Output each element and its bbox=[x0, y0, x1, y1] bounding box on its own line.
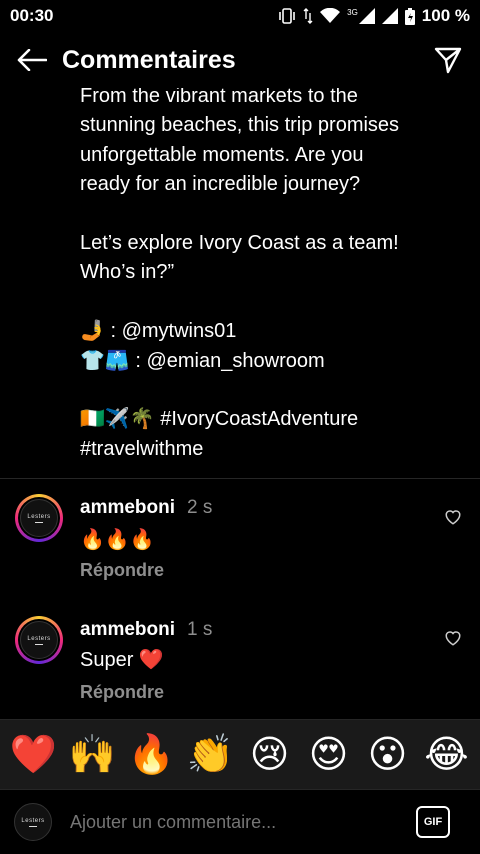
send-icon bbox=[434, 47, 462, 74]
status-time: 00:30 bbox=[10, 6, 54, 25]
reply-button[interactable]: Répondre bbox=[80, 560, 164, 581]
comment-input[interactable] bbox=[68, 810, 416, 834]
reaction-surprised-emoji[interactable]: 😮 bbox=[362, 736, 414, 774]
reaction-fire-emoji[interactable]: 🔥 bbox=[126, 736, 178, 774]
avatar[interactable]: Lesters bbox=[15, 494, 63, 542]
quick-reactions-bar: ❤️ 🙌 🔥 👏 😢 😍 😮 😂 bbox=[0, 719, 480, 789]
comment-composer: Lesters GIF bbox=[0, 789, 480, 854]
avatar[interactable]: Lesters bbox=[15, 616, 63, 664]
comment-username[interactable]: ammeboni 2 s bbox=[80, 497, 212, 519]
reaction-heart-eyes-emoji[interactable]: 😍 bbox=[303, 736, 355, 774]
gif-button[interactable]: GIF bbox=[416, 806, 450, 838]
comment-item: Lesters ammeboni 1 s Super ❤️ Répondre bbox=[0, 601, 480, 711]
share-button[interactable] bbox=[430, 42, 466, 78]
comment-time: 1 s bbox=[187, 619, 213, 640]
caption-container: From the vibrant markets to the stunning… bbox=[0, 88, 480, 478]
reaction-raised-hands-emoji[interactable]: 🙌 bbox=[67, 736, 119, 774]
header: Commentaires bbox=[0, 32, 480, 88]
reaction-laughing-emoji[interactable]: 😂 bbox=[421, 736, 473, 774]
comment-time: 2 s bbox=[187, 497, 213, 518]
reaction-heart-emoji[interactable]: ❤️ bbox=[8, 736, 60, 774]
battery-percent: 100 % bbox=[421, 6, 470, 25]
comment-username[interactable]: ammeboni 1 s bbox=[80, 619, 212, 641]
post-caption: From the vibrant markets to the stunning… bbox=[80, 88, 400, 460]
battery-icon bbox=[404, 7, 415, 25]
comment-text: Super ❤️ bbox=[80, 649, 164, 671]
reaction-clap-emoji[interactable]: 👏 bbox=[185, 736, 237, 774]
heart-icon[interactable] bbox=[444, 629, 462, 647]
comment-text: 🔥🔥🔥 bbox=[80, 529, 155, 551]
avatar: Lesters bbox=[14, 803, 52, 841]
signal-icon bbox=[381, 8, 398, 24]
arrow-left-icon bbox=[17, 49, 47, 71]
wifi-icon bbox=[320, 8, 341, 24]
reaction-crying-emoji[interactable]: 😢 bbox=[244, 736, 296, 774]
reply-button[interactable]: Répondre bbox=[80, 682, 164, 703]
back-button[interactable] bbox=[14, 42, 50, 78]
vibrate-icon bbox=[278, 8, 296, 24]
data-arrows-icon bbox=[303, 8, 313, 24]
status-bar: 00:30 3G 100 % bbox=[0, 0, 480, 32]
heart-icon[interactable] bbox=[444, 508, 462, 526]
page-title: Commentaires bbox=[62, 45, 236, 74]
comment-item: Lesters ammeboni 2 s 🔥🔥🔥 Répondre bbox=[0, 479, 480, 589]
cellular-signal-icon: 3G bbox=[347, 8, 375, 24]
